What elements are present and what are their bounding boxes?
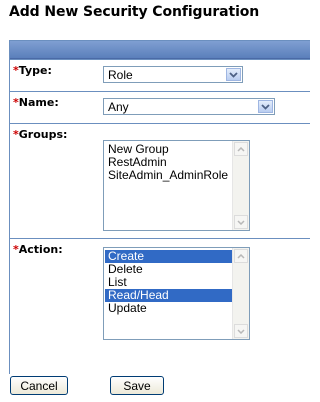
list-item[interactable]: Delete	[105, 263, 232, 276]
list-item[interactable]: RestAdmin	[105, 156, 232, 169]
list-item[interactable]: Read/Head	[105, 289, 232, 302]
list-item[interactable]: Update	[105, 302, 232, 315]
list-item[interactable]: SiteAdmin_AdminRole	[105, 169, 232, 182]
chevron-down-icon	[237, 219, 245, 225]
scroll-up-button[interactable]	[234, 142, 248, 156]
name-select[interactable]: Any	[103, 98, 275, 115]
action-row: *Action: Create Delete List Read/Head Up…	[10, 238, 310, 354]
scroll-up-button[interactable]	[234, 249, 248, 263]
groups-row: *Groups: New Group RestAdmin SiteAdmin_A…	[10, 123, 310, 239]
action-listbox[interactable]: Create Delete List Read/Head Update	[103, 247, 250, 340]
scroll-down-button[interactable]	[234, 215, 248, 229]
action-label: *Action:	[13, 243, 63, 256]
save-button[interactable]: Save	[110, 376, 164, 395]
type-select-value: Role	[108, 68, 133, 82]
form-header-bar	[10, 41, 310, 59]
name-select-value: Any	[108, 100, 129, 114]
type-select[interactable]: Role	[103, 66, 243, 83]
chevron-up-icon	[237, 146, 245, 152]
type-row: *Type: Role	[10, 59, 310, 92]
groups-listbox[interactable]: New Group RestAdmin SiteAdmin_AdminRole	[103, 140, 250, 231]
action-scrollbar[interactable]	[232, 248, 249, 339]
cancel-button[interactable]: Cancel	[10, 376, 68, 395]
chevron-down-icon[interactable]	[258, 100, 273, 113]
list-item[interactable]: Create	[105, 250, 232, 263]
name-row: *Name: Any	[10, 91, 310, 124]
groups-label: *Groups:	[13, 128, 68, 141]
chevron-up-icon	[237, 253, 245, 259]
page-title: Add New Security Configuration	[9, 4, 260, 20]
type-label: *Type:	[13, 64, 52, 77]
security-config-form: *Type: Role *Name: Any *Groups: New Grou…	[9, 40, 310, 374]
name-label: *Name:	[13, 96, 59, 109]
groups-scrollbar[interactable]	[232, 141, 249, 230]
list-item[interactable]: List	[105, 276, 232, 289]
list-item[interactable]: New Group	[105, 143, 232, 156]
chevron-down-icon[interactable]	[226, 68, 241, 81]
scroll-down-button[interactable]	[234, 324, 248, 338]
chevron-down-icon	[237, 328, 245, 334]
